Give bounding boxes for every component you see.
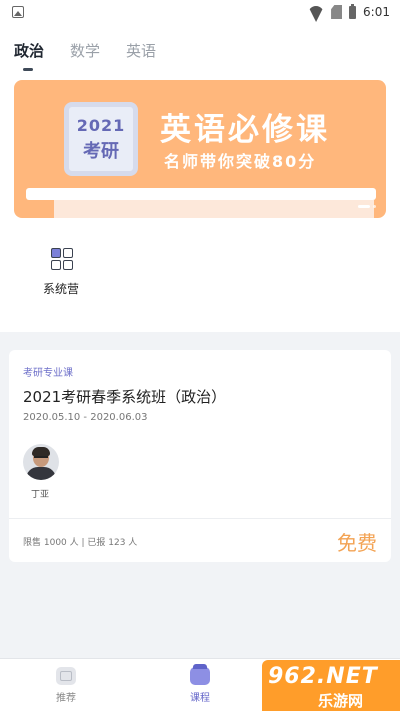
- active-tab-indicator: [23, 68, 33, 71]
- nav-recommend-label: 推荐: [56, 693, 76, 704]
- nav-course-label: 课程: [190, 693, 210, 704]
- nav-course[interactable]: 课程: [170, 664, 230, 704]
- banner-strip-shadow: [54, 200, 374, 218]
- tab-english[interactable]: 英语: [126, 40, 156, 61]
- watermark-line2: 乐游网: [318, 692, 364, 710]
- banner-badge-word: 考研: [83, 140, 119, 162]
- promo-banner[interactable]: 2021 考研 英语必修课 名师带你突破80分: [14, 80, 386, 218]
- tab-math[interactable]: 数学: [70, 40, 100, 61]
- course-price[interactable]: 免费: [337, 527, 377, 556]
- watermark-line1: 962.NET: [268, 664, 378, 689]
- card-divider: [9, 518, 391, 519]
- grid-icon: [51, 248, 73, 270]
- system-camp-label: 系统营: [42, 282, 79, 296]
- teacher-avatar[interactable]: [23, 444, 59, 480]
- enrollment-stats: 限售 1000 人 | 已报 123 人: [23, 538, 138, 548]
- course-tag: 考研专业课: [23, 368, 73, 379]
- system-camp-entry[interactable]: 系统营: [42, 248, 82, 297]
- watermark-logo: 962.NET 乐游网: [262, 660, 400, 711]
- tab-politics[interactable]: 政治: [14, 40, 44, 61]
- status-icons: 6:01: [308, 3, 390, 19]
- course-dates: 2020.05.10 - 2020.06.03: [23, 412, 148, 423]
- pager-dot: [373, 205, 376, 208]
- wifi-icon: [308, 6, 324, 18]
- image-notification-icon: [12, 6, 24, 18]
- course-icon: [190, 664, 210, 685]
- course-title: 2021考研春季系统班（政治）: [23, 388, 227, 406]
- banner-strip: [26, 188, 376, 200]
- status-bar: 6:01: [0, 0, 400, 24]
- course-card[interactable]: 考研专业课 2021考研春季系统班（政治） 2020.05.10 - 2020.…: [9, 350, 391, 562]
- nav-recommend[interactable]: 推荐: [36, 667, 96, 704]
- battery-icon: [349, 3, 357, 19]
- subject-tabs: 政治 数学 英语: [14, 40, 156, 61]
- banner-badge-year: 2021: [76, 115, 126, 135]
- banner-subtitle: 名师带你突破80分: [164, 152, 317, 171]
- banner-title: 英语必修课: [160, 112, 330, 148]
- status-time: 6:01: [363, 5, 390, 19]
- teacher-name: 丁亚: [31, 490, 50, 500]
- recommend-icon: [56, 667, 76, 685]
- banner-pager: [358, 205, 376, 208]
- banner-badge: 2021 考研: [64, 102, 138, 176]
- no-sim-icon: [331, 5, 343, 19]
- pager-dot-active: [358, 205, 370, 208]
